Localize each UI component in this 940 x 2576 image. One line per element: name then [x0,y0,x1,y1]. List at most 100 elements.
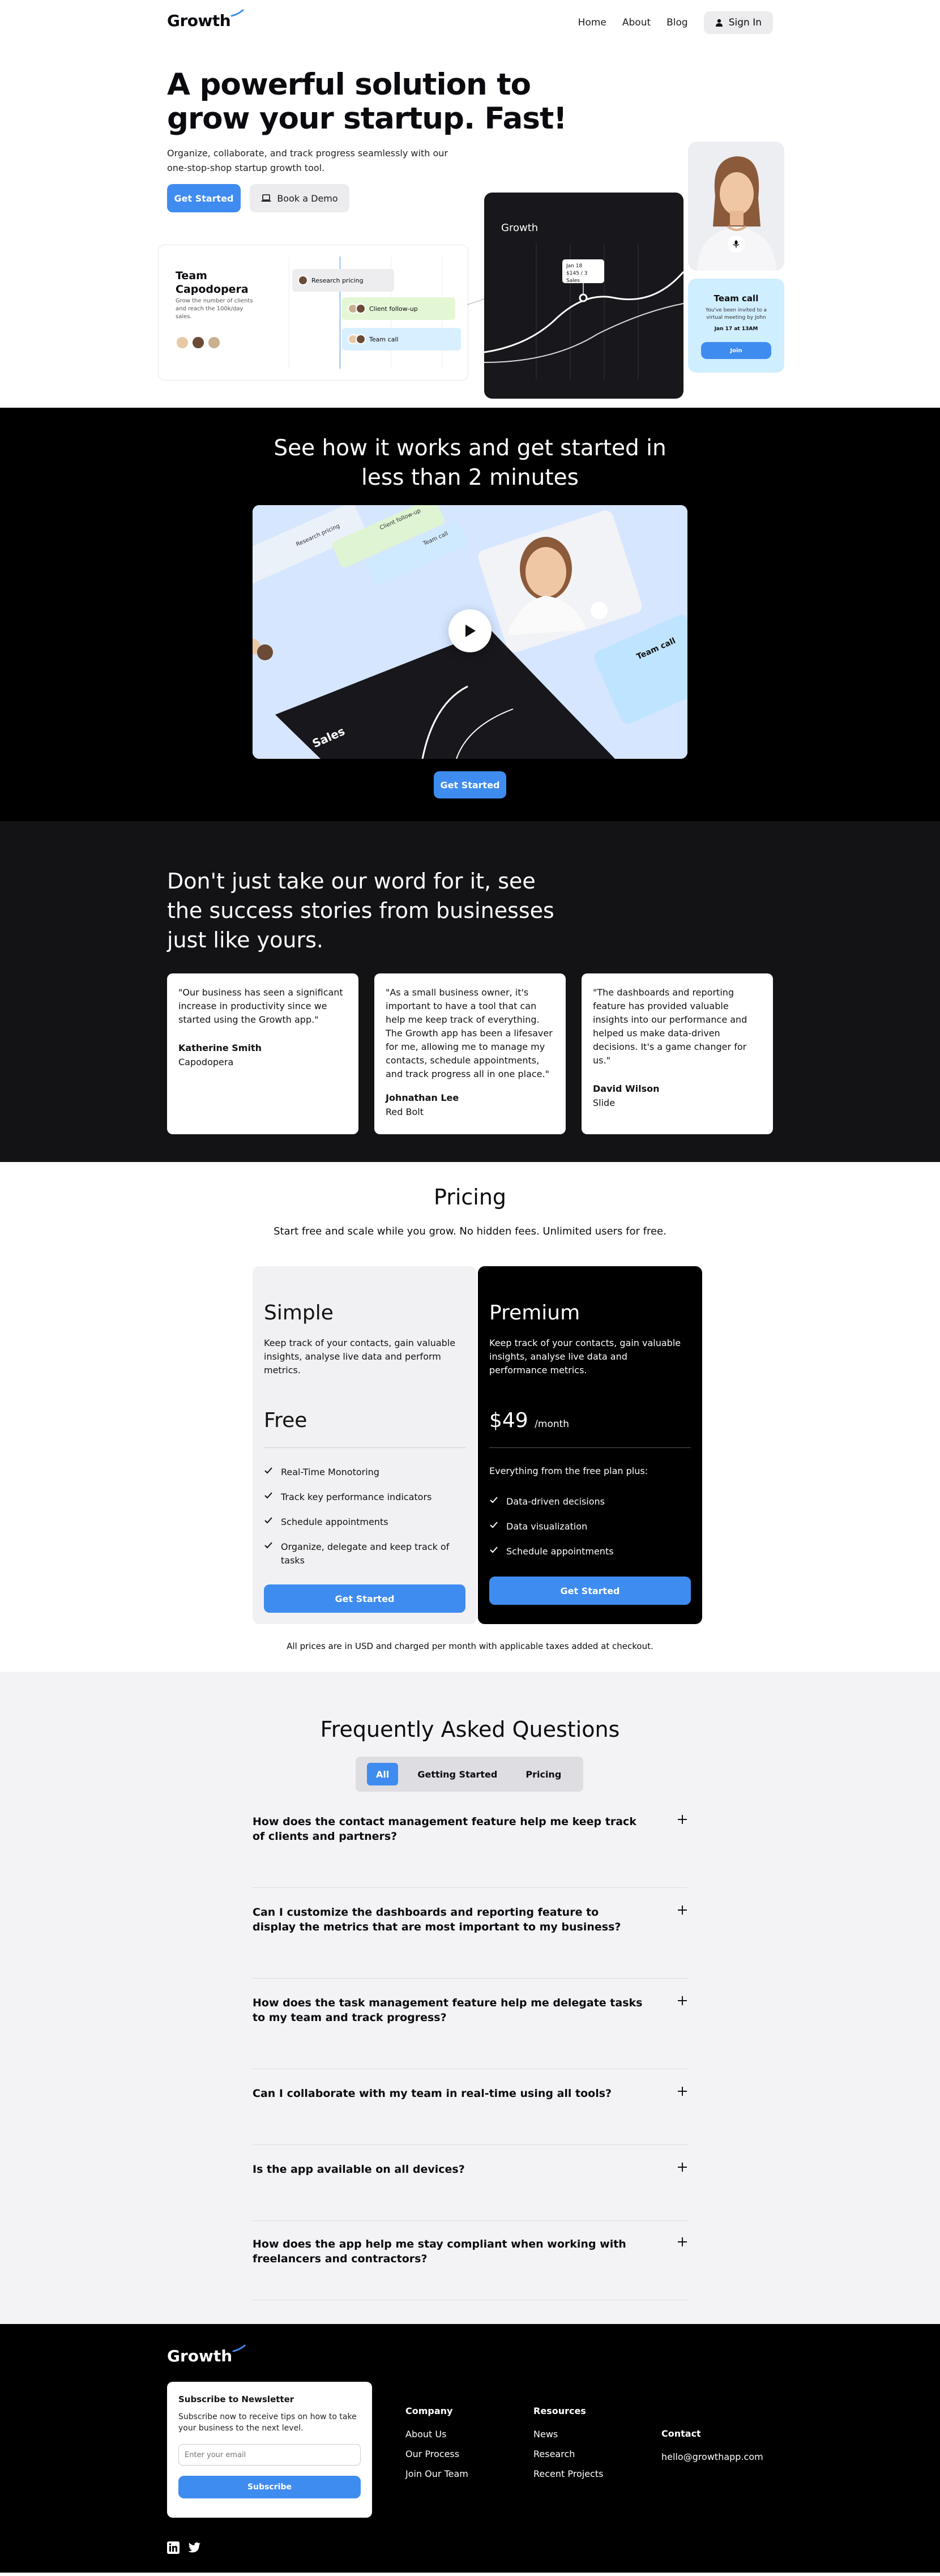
footer-link-process[interactable]: Our Process [405,2449,468,2459]
faq-item[interactable]: How does the contact management feature … [253,1814,687,1888]
plus-icon[interactable] [677,1905,687,1915]
feature-item: Schedule appointments [264,1515,465,1529]
join-call-button[interactable]: Join [701,342,771,359]
premium-get-started-button[interactable]: Get Started [489,1577,691,1605]
testimonial-company: Slide [593,1097,616,1108]
task-pill[interactable]: Client follow-up [342,297,455,320]
twitter-icon[interactable] [187,2541,201,2554]
footer-link-news[interactable]: News [533,2429,603,2440]
play-button[interactable] [448,609,492,652]
feature-item: Organize, delegate and keep track of tas… [264,1540,465,1567]
testimonial-card: "Our business has seen a significant inc… [167,973,358,1134]
avatar [176,336,189,349]
nav-blog[interactable]: Blog [666,17,688,28]
tab-pricing[interactable]: Pricing [516,1763,570,1785]
faq-question: How does the app help me stay compliant … [253,2238,626,2265]
newsletter-email-input[interactable] [178,2444,361,2466]
task-pill[interactable]: Research pricing [292,269,394,292]
testimonial-name: Katherine Smith [178,1043,262,1053]
plus-icon[interactable] [677,1814,687,1825]
plan-features: Real-Time Monotoring Track key performan… [264,1466,465,1579]
check-icon [490,1547,498,1553]
footer-email-link[interactable]: hello@growthapp.com [661,2451,763,2462]
faq-item[interactable]: How does the app help me stay compliant … [253,2237,687,2300]
logo[interactable]: Growth [167,9,244,30]
nav-links: Home About Blog Sign In [578,11,773,34]
pricing-title: Pricing [433,1185,507,1210]
tab-all[interactable]: All [367,1763,399,1785]
task-card: Team Capodopera Grow the number of clien… [158,245,468,381]
testimonial-name: Johnathan Lee [386,1092,459,1103]
social-links [167,2541,201,2554]
tooltip-value: $145 / 3 Sales [566,271,588,284]
logo-swoosh-icon [230,9,244,17]
plus-icon[interactable] [677,2162,687,2172]
faq-item[interactable]: Can I customize the dashboards and repor… [253,1905,687,1979]
footer-logo[interactable]: Growth [167,2344,246,2365]
hero-get-started-button[interactable]: Get Started [167,184,241,212]
plus-icon[interactable] [677,2086,687,2096]
newsletter-description: Subscribe now to receive tips on how to … [178,2412,357,2433]
feature-label: Data visualization [506,1521,588,1532]
faq-item[interactable]: How does the task management feature hel… [253,1996,687,2069]
simple-get-started-button[interactable]: Get Started [264,1584,465,1613]
footer-link-projects[interactable]: Recent Projects [533,2468,603,2479]
task-card-title: Team Capodopera [176,270,249,296]
feature-label: Organize, delegate and keep track of tas… [281,1541,450,1566]
microphone-icon[interactable] [728,236,745,253]
play-icon [465,625,476,637]
testimonial-quote: "Our business has seen a significant inc… [178,987,343,1025]
tooltip-date: Jan 18 [566,263,583,269]
logo-text: Growth [167,11,231,30]
plan-price: $49 /month [489,1409,569,1432]
footer-link-about[interactable]: About Us [405,2429,468,2440]
faq-tabs: All Getting Started Pricing [356,1757,583,1792]
plus-icon[interactable] [677,1996,687,2006]
tab-getting-started[interactable]: Getting Started [408,1763,506,1785]
footer-heading: Company [405,2406,453,2416]
plan-card-premium: Premium Keep track of your contacts, gai… [478,1266,702,1624]
sign-in-button[interactable]: Sign In [703,11,773,34]
footer-link-research[interactable]: Research [533,2449,603,2459]
feature-item: Track key performance indicators [264,1490,465,1504]
plan-name: Simple [264,1301,334,1325]
faq-question: Can I collaborate with my team in real-t… [253,2087,612,2100]
plus-icon[interactable] [677,2237,687,2247]
subscribe-button[interactable]: Subscribe [178,2476,361,2498]
divider [264,1447,465,1448]
top-nav: Growth Home About Blog Sign In [167,0,773,45]
task-label: Client follow-up [369,305,418,313]
check-icon [264,1492,272,1499]
feature-label: Real-Time Monotoring [281,1467,379,1477]
hero-title: A powerful solution to grow your startup… [167,67,567,136]
avatar [356,304,366,314]
check-icon [490,1522,498,1528]
plan-features: Data-driven decisions Data visualization… [489,1495,691,1570]
call-time: Jan 17 at 13AM [714,326,758,332]
how-get-started-button[interactable]: Get Started [434,771,506,798]
faq-question: Can I customize the dashboards and repor… [253,1906,621,1933]
nav-home[interactable]: Home [578,17,606,28]
faq-item[interactable]: Is the app available on all devices? [253,2162,687,2221]
task-label: Team call [369,335,399,343]
video-player[interactable]: Research pricing Client follow-up Team c… [253,505,687,759]
book-demo-button[interactable]: Book a Demo [250,184,349,212]
divider [489,1447,691,1448]
nav-about[interactable]: About [622,17,651,28]
plan-card-simple: Simple Keep track of your contacts, gain… [253,1266,477,1624]
task-pill[interactable]: Team call [342,328,461,351]
linkedin-icon[interactable] [167,2541,180,2554]
plan-name: Premium [489,1301,580,1325]
footer-link-join[interactable]: Join Our Team [405,2468,468,2479]
newsletter-title: Subscribe to Newsletter [178,2394,294,2404]
laptop-icon [261,194,271,202]
check-icon [264,1517,272,1524]
footer-company-column: Company About Us Our Process Join Our Te… [405,2406,468,2488]
footer-resources-column: Resources News Research Recent Projects [533,2406,603,2488]
faq-item[interactable]: Can I collaborate with my team in real-t… [253,2086,687,2145]
call-description: You've been invited to a virtual meeting… [705,307,767,321]
testimonial-card: "As a small business owner, it's importa… [374,973,566,1134]
faq-question: How does the task management feature hel… [253,1997,643,2024]
feature-label: Track key performance indicators [281,1492,432,1502]
how-title: See how it works and get started in less… [0,434,940,493]
